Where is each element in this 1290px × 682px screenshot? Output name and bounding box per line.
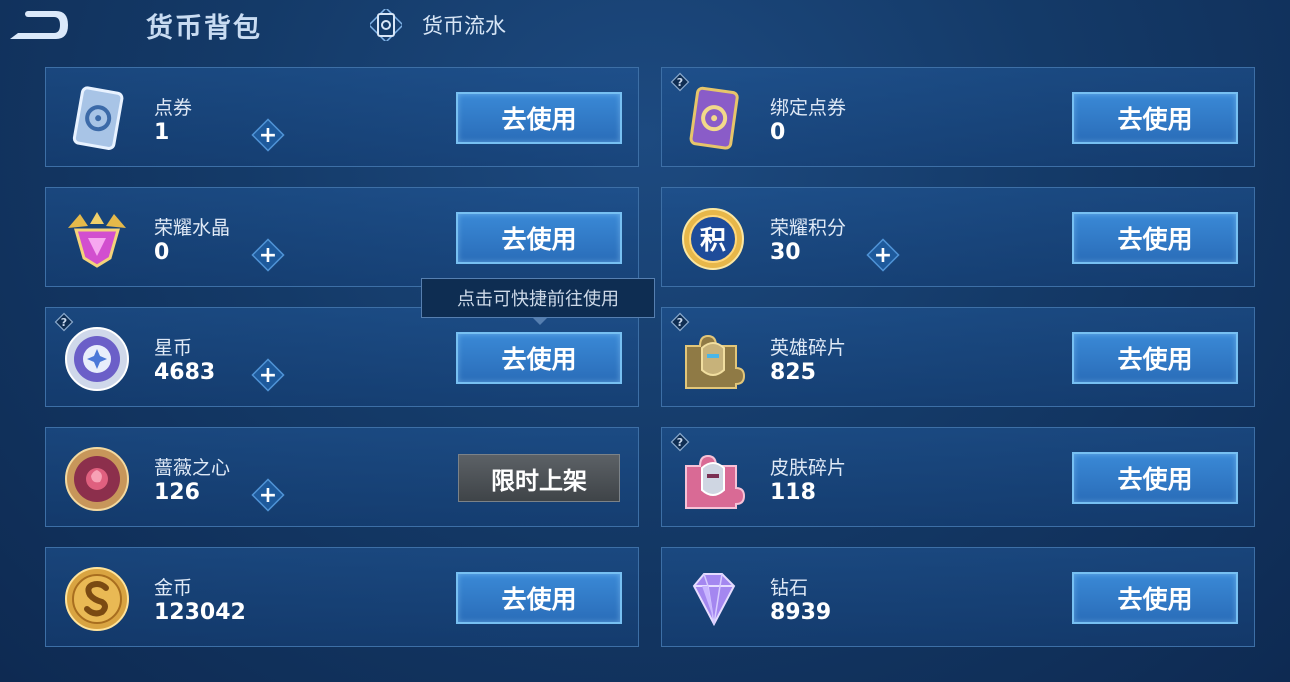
currency-card-bound-voucher: ? 绑定点券 0 去使用 [661,67,1255,167]
currency-amount: 126 [154,480,200,505]
svg-text:+: + [874,243,892,268]
voucher-icon [72,86,124,150]
ledger-icon [370,9,402,41]
currency-name: 绑定点券 [770,97,847,119]
currency-amount: 4683 [154,360,216,385]
add-glory-points-button[interactable]: + [864,236,902,274]
add-voucher-button[interactable]: + [249,116,287,154]
currency-name: 钻石 [770,577,809,599]
back-arrow-icon [10,11,68,39]
use-gold-coin-button[interactable]: 去使用 [456,572,622,624]
use-glory-crystal-button[interactable]: 去使用 [456,212,622,264]
currency-card-voucher: 点券 1 + 去使用 [45,67,639,167]
currency-name: 荣耀积分 [770,217,847,239]
rose-heart-icon [65,447,129,511]
currency-name: 荣耀水晶 [154,217,231,239]
glory-crystal-icon [68,212,126,268]
bound-voucher-icon [689,86,739,150]
currency-name: 英雄碎片 [770,337,847,359]
currency-name: 点券 [154,97,193,119]
currency-amount: 118 [770,480,816,505]
currency-amount: 0 [154,240,170,265]
add-rose-heart-button[interactable]: + [249,476,287,514]
currency-amount: 825 [770,360,816,385]
quick-use-tooltip: 点击可快捷前往使用 [421,278,655,325]
currency-card-diamond: 钻石 8939 去使用 [661,547,1255,647]
currency-name: 蔷薇之心 [154,457,231,479]
currency-card-star-coin: ? 星币 4683 + 去使用 [45,307,639,407]
use-diamond-button[interactable]: 去使用 [1072,572,1238,624]
currency-card-glory-points: 积 荣耀积分 30 + 去使用 [661,187,1255,287]
gold-coin-icon [65,567,129,631]
history-label: 货币流水 [422,14,506,38]
glory-points-icon: 积 [682,208,744,270]
currency-amount: 123042 [154,600,246,625]
use-hero-fragment-button[interactable]: 去使用 [1072,332,1238,384]
star-coin-icon [65,327,129,391]
use-voucher-button[interactable]: 去使用 [456,92,622,144]
use-bound-voucher-button[interactable]: 去使用 [1072,92,1238,144]
currency-card-skin-fragment: ? 皮肤碎片 118 去使用 [661,427,1255,527]
use-skin-fragment-button[interactable]: 去使用 [1072,452,1238,504]
currency-name: 皮肤碎片 [770,457,847,479]
hero-fragment-icon [685,334,746,389]
svg-text:+: + [259,483,277,508]
currency-card-hero-fragment: ? 英雄碎片 825 去使用 [661,307,1255,407]
currency-name: 金币 [154,577,193,599]
currency-history-link[interactable]: 货币流水 [370,8,506,42]
currency-amount: 0 [770,120,786,145]
svg-text:积: 积 [700,226,726,256]
add-glory-crystal-button[interactable]: + [249,236,287,274]
currency-amount: 1 [154,120,170,145]
currency-amount: 8939 [770,600,832,625]
currency-card-gold-coin: 金币 123042 去使用 [45,547,639,647]
skin-fragment-icon [685,454,746,509]
currency-amount: 30 [770,240,801,265]
currency-name: 星币 [154,337,193,359]
limited-time-button[interactable]: 限时上架 [458,454,620,502]
page-title: 货币背包 [146,13,262,44]
use-glory-points-button[interactable]: 去使用 [1072,212,1238,264]
currency-card-rose-heart: 蔷薇之心 126 + 限时上架 [45,427,639,527]
svg-text:+: + [259,243,277,268]
svg-text:+: + [259,363,277,388]
diamond-icon [692,573,736,627]
add-star-coin-button[interactable]: + [249,356,287,394]
back-button[interactable] [4,8,70,42]
currency-card-glory-crystal: 荣耀水晶 0 + 去使用 [45,187,639,287]
svg-text:+: + [259,123,277,148]
use-star-coin-button[interactable]: 去使用 [456,332,622,384]
